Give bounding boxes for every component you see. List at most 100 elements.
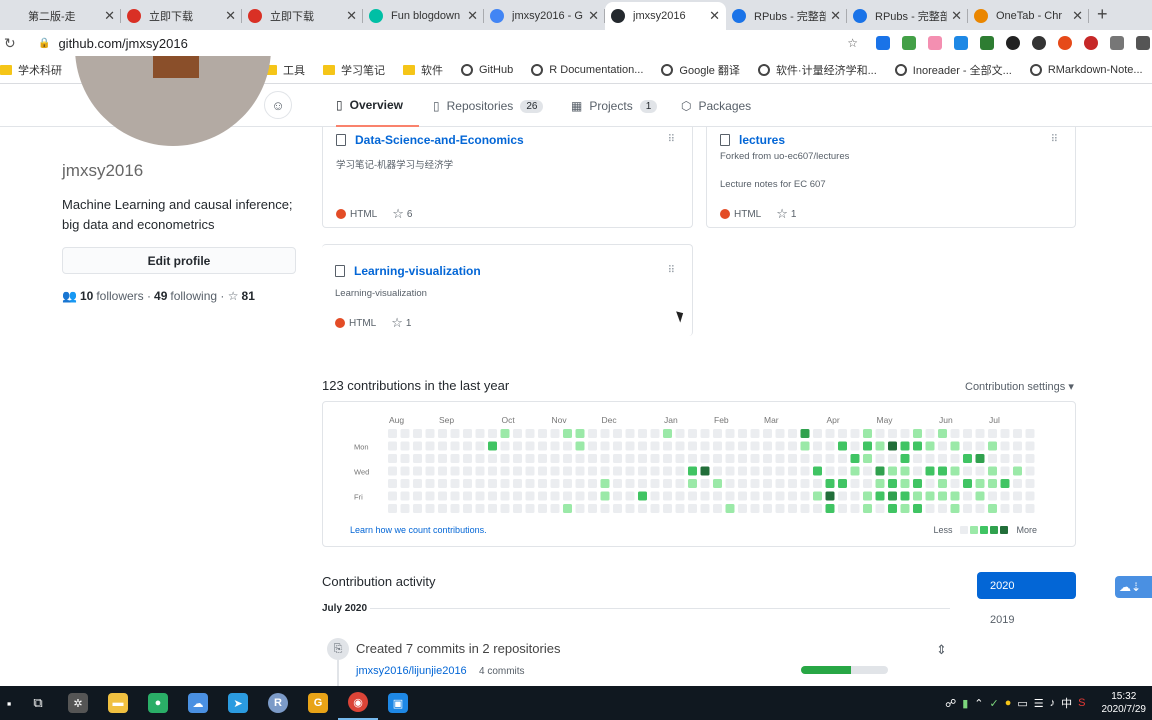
contribution-day[interactable] <box>813 491 822 501</box>
contribution-day[interactable] <box>675 441 685 451</box>
contribution-day[interactable] <box>838 491 847 501</box>
contribution-day[interactable] <box>900 441 910 451</box>
contribution-day[interactable] <box>500 441 510 451</box>
contribution-day[interactable] <box>725 466 735 476</box>
contribution-day[interactable] <box>513 454 522 463</box>
bookmark-item[interactable]: 学习笔记 <box>323 62 385 78</box>
contribution-day[interactable] <box>500 479 510 488</box>
contribution-day[interactable] <box>913 491 922 501</box>
contribution-day[interactable] <box>438 479 447 488</box>
contribution-day[interactable] <box>475 479 485 488</box>
contribution-day[interactable] <box>863 479 872 488</box>
contribution-day[interactable] <box>850 466 860 476</box>
network-icon[interactable]: ☰ <box>1034 697 1044 710</box>
contribution-day[interactable] <box>513 441 522 451</box>
contribution-day[interactable] <box>725 479 735 488</box>
drag-handle-icon[interactable]: ⠿ <box>1051 134 1058 145</box>
contribution-day[interactable] <box>400 441 410 451</box>
contribution-day[interactable] <box>1025 504 1035 513</box>
contribution-day[interactable] <box>800 454 810 463</box>
contribution-day[interactable] <box>650 491 660 501</box>
contribution-day[interactable] <box>950 441 960 451</box>
contribution-day[interactable] <box>588 454 597 463</box>
tab-packages[interactable]: ⬡ Packages <box>681 85 751 127</box>
contribution-day[interactable] <box>425 504 435 513</box>
contribution-day[interactable] <box>925 466 935 476</box>
contribution-day[interactable] <box>825 491 835 501</box>
contribution-day[interactable] <box>850 491 860 501</box>
contribution-day[interactable] <box>838 454 847 463</box>
contribution-day[interactable] <box>775 479 785 488</box>
contribution-day[interactable] <box>950 491 960 501</box>
browser-tab[interactable]: OneTab - Chr ✕ <box>968 2 1089 30</box>
contribution-day[interactable] <box>900 454 910 463</box>
contribution-day[interactable] <box>813 429 822 438</box>
contribution-day[interactable] <box>763 479 772 488</box>
contribution-day[interactable] <box>400 504 410 513</box>
contribution-day[interactable] <box>650 441 660 451</box>
contribution-day[interactable] <box>500 504 510 513</box>
browser-tab[interactable]: jmxsy2016 - G ✕ <box>484 2 605 30</box>
contribution-day[interactable] <box>600 441 610 451</box>
contribution-day[interactable] <box>650 479 660 488</box>
contribution-day[interactable] <box>1000 466 1010 476</box>
contribution-day[interactable] <box>913 504 922 513</box>
extension-icon[interactable] <box>980 36 994 50</box>
contribution-day[interactable] <box>588 429 597 438</box>
contribution-day[interactable] <box>725 441 735 451</box>
tray-app-icon[interactable]: S <box>1078 697 1085 709</box>
bookmark-item[interactable]: 工具 <box>265 62 305 78</box>
contribution-day[interactable] <box>838 479 847 488</box>
contribution-day[interactable] <box>850 454 860 463</box>
contribution-day[interactable] <box>475 504 485 513</box>
activity-repo-link[interactable]: jmxsy2016/lijunjie2016 <box>356 665 467 677</box>
battery-app-icon[interactable]: ▮ <box>962 697 968 710</box>
puzzle-icon[interactable] <box>1136 36 1150 50</box>
url-bar[interactable]: 🔒 github.com/jmxsy2016 ☆ <box>28 30 868 56</box>
contribution-day[interactable] <box>825 466 835 476</box>
contribution-day[interactable] <box>688 441 697 451</box>
contribution-day[interactable] <box>675 429 685 438</box>
contribution-day[interactable] <box>713 454 722 463</box>
browser-tab[interactable]: Fun blogdown ✕ <box>363 2 484 30</box>
contribution-day[interactable] <box>688 454 697 463</box>
contribution-day[interactable] <box>388 429 397 438</box>
contribution-day[interactable] <box>638 491 647 501</box>
contribution-day[interactable] <box>463 479 472 488</box>
contribution-day[interactable] <box>738 441 747 451</box>
contribution-day[interactable] <box>963 441 972 451</box>
contribution-day[interactable] <box>788 429 797 438</box>
contribution-day[interactable] <box>413 466 422 476</box>
contribution-day[interactable] <box>613 429 622 438</box>
contribution-day[interactable] <box>625 466 635 476</box>
contribution-day[interactable] <box>550 466 560 476</box>
learn-contributions-link[interactable]: Learn how we count contributions. <box>350 525 487 535</box>
contribution-day[interactable] <box>813 454 822 463</box>
contribution-day[interactable] <box>863 491 872 501</box>
following-count[interactable]: 49 <box>154 289 167 303</box>
contribution-day[interactable] <box>575 454 585 463</box>
contribution-day[interactable] <box>475 491 485 501</box>
contribution-day[interactable] <box>638 441 647 451</box>
contribution-day[interactable] <box>663 479 672 488</box>
contribution-day[interactable] <box>450 441 460 451</box>
contribution-day[interactable] <box>488 454 497 463</box>
bookmark-item[interactable]: 软件 <box>403 62 443 78</box>
contribution-day[interactable] <box>888 441 897 451</box>
contribution-day[interactable] <box>1013 504 1022 513</box>
contribution-day[interactable] <box>1000 479 1010 488</box>
contribution-day[interactable] <box>988 441 997 451</box>
contribution-day[interactable] <box>988 454 997 463</box>
contribution-day[interactable] <box>513 491 522 501</box>
contribution-day[interactable] <box>550 479 560 488</box>
contribution-day[interactable] <box>700 491 710 501</box>
set-status-smiley-icon[interactable]: ☺ <box>264 91 292 119</box>
contribution-day[interactable] <box>875 479 885 488</box>
contribution-day[interactable] <box>1013 441 1022 451</box>
contribution-day[interactable] <box>938 504 947 513</box>
stars-count[interactable]: 81 <box>242 289 255 303</box>
contribution-day[interactable] <box>838 441 847 451</box>
battery-icon[interactable]: ▭ <box>1017 697 1027 710</box>
contribution-day[interactable] <box>388 491 397 501</box>
contribution-day[interactable] <box>500 429 510 438</box>
